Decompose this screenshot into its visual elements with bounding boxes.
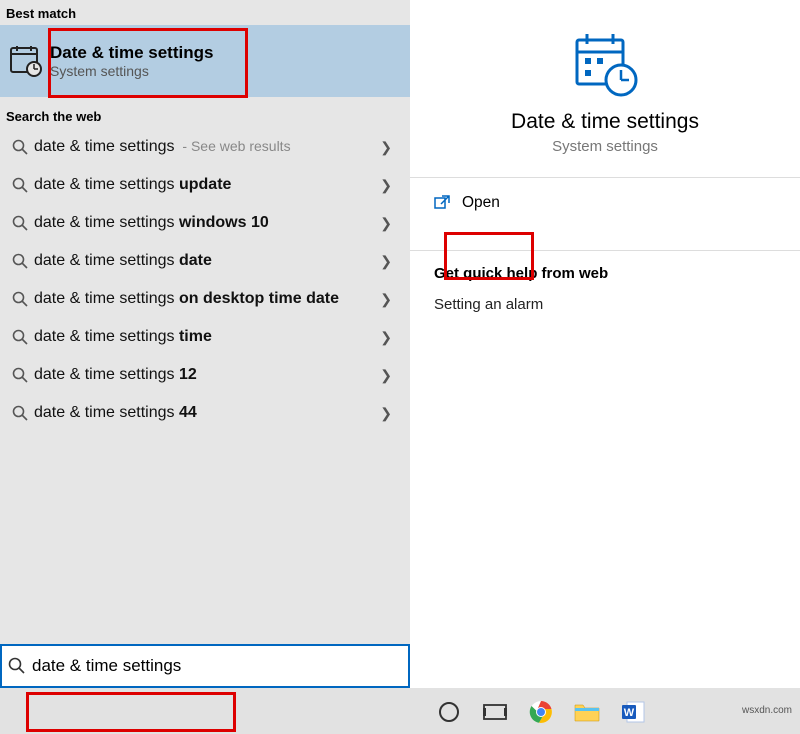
web-result-item[interactable]: date & time settings time❯ <box>0 318 410 356</box>
web-result-item[interactable]: date & time settings - See web results❯ <box>0 128 410 166</box>
search-icon <box>6 367 34 383</box>
web-result-item[interactable]: date & time settings 12❯ <box>0 356 410 394</box>
web-result-item[interactable]: date & time settings date❯ <box>0 242 410 280</box>
chevron-right-icon[interactable]: ❯ <box>368 291 404 308</box>
web-result-label: date & time settings 44 <box>34 404 368 422</box>
explorer-icon[interactable] <box>574 699 600 725</box>
search-icon <box>6 329 34 345</box>
web-result-label: date & time settings date <box>34 252 368 270</box>
open-icon <box>434 195 450 211</box>
best-match-header: Best match <box>0 0 410 25</box>
best-match-sub: System settings <box>50 63 213 79</box>
preview-sub: System settings <box>552 138 658 155</box>
chevron-right-icon[interactable]: ❯ <box>368 329 404 346</box>
results-panel: Best match Date & time settings System s… <box>0 0 410 680</box>
web-result-label: date & time settings windows 10 <box>34 214 368 232</box>
preview-title: Date & time settings <box>511 110 699 134</box>
cortana-icon[interactable] <box>436 699 462 725</box>
calendar-clock-icon <box>2 44 50 78</box>
task-view-icon[interactable] <box>482 699 508 725</box>
chrome-icon[interactable] <box>528 699 554 725</box>
web-result-item[interactable]: date & time settings 44❯ <box>0 394 410 432</box>
search-icon <box>6 177 34 193</box>
web-result-label: date & time settings time <box>34 328 368 346</box>
web-result-item[interactable]: date & time settings on desktop time dat… <box>0 280 410 318</box>
search-icon <box>6 405 34 421</box>
best-match-item[interactable]: Date & time settings System settings <box>0 25 410 97</box>
search-icon <box>6 215 34 231</box>
chevron-right-icon[interactable]: ❯ <box>368 215 404 232</box>
web-result-label: date & time settings - See web results <box>34 138 368 156</box>
open-button[interactable]: Open <box>410 178 800 228</box>
web-result-item[interactable]: date & time settings windows 10❯ <box>0 204 410 242</box>
preview-panel: Date & time settings System settings Ope… <box>410 0 800 680</box>
search-icon <box>6 253 34 269</box>
web-result-label: date & time settings on desktop time dat… <box>34 290 368 308</box>
chevron-right-icon[interactable]: ❯ <box>368 405 404 422</box>
web-header: Search the web <box>0 97 410 128</box>
search-icon <box>6 139 34 155</box>
search-input[interactable] <box>32 656 408 676</box>
web-result-label: date & time settings 12 <box>34 366 368 384</box>
help-header: Get quick help from web <box>410 251 800 294</box>
chevron-right-icon[interactable]: ❯ <box>368 367 404 384</box>
taskbar: W <box>0 688 800 734</box>
chevron-right-icon[interactable]: ❯ <box>368 177 404 194</box>
search-icon <box>2 657 32 675</box>
calendar-clock-icon <box>569 28 641 100</box>
best-match-title: Date & time settings <box>50 43 213 63</box>
word-icon[interactable]: W <box>620 699 646 725</box>
chevron-right-icon[interactable]: ❯ <box>368 139 404 156</box>
web-result-label: date & time settings update <box>34 176 368 194</box>
watermark: wsxdn.com <box>742 705 792 716</box>
web-result-item[interactable]: date & time settings update❯ <box>0 166 410 204</box>
svg-text:W: W <box>624 707 635 719</box>
web-results-list: date & time settings - See web results❯d… <box>0 128 410 432</box>
open-label: Open <box>462 194 500 212</box>
search-icon <box>6 291 34 307</box>
search-bar[interactable] <box>0 644 410 688</box>
chevron-right-icon[interactable]: ❯ <box>368 253 404 270</box>
help-item[interactable]: Setting an alarm <box>410 294 800 315</box>
